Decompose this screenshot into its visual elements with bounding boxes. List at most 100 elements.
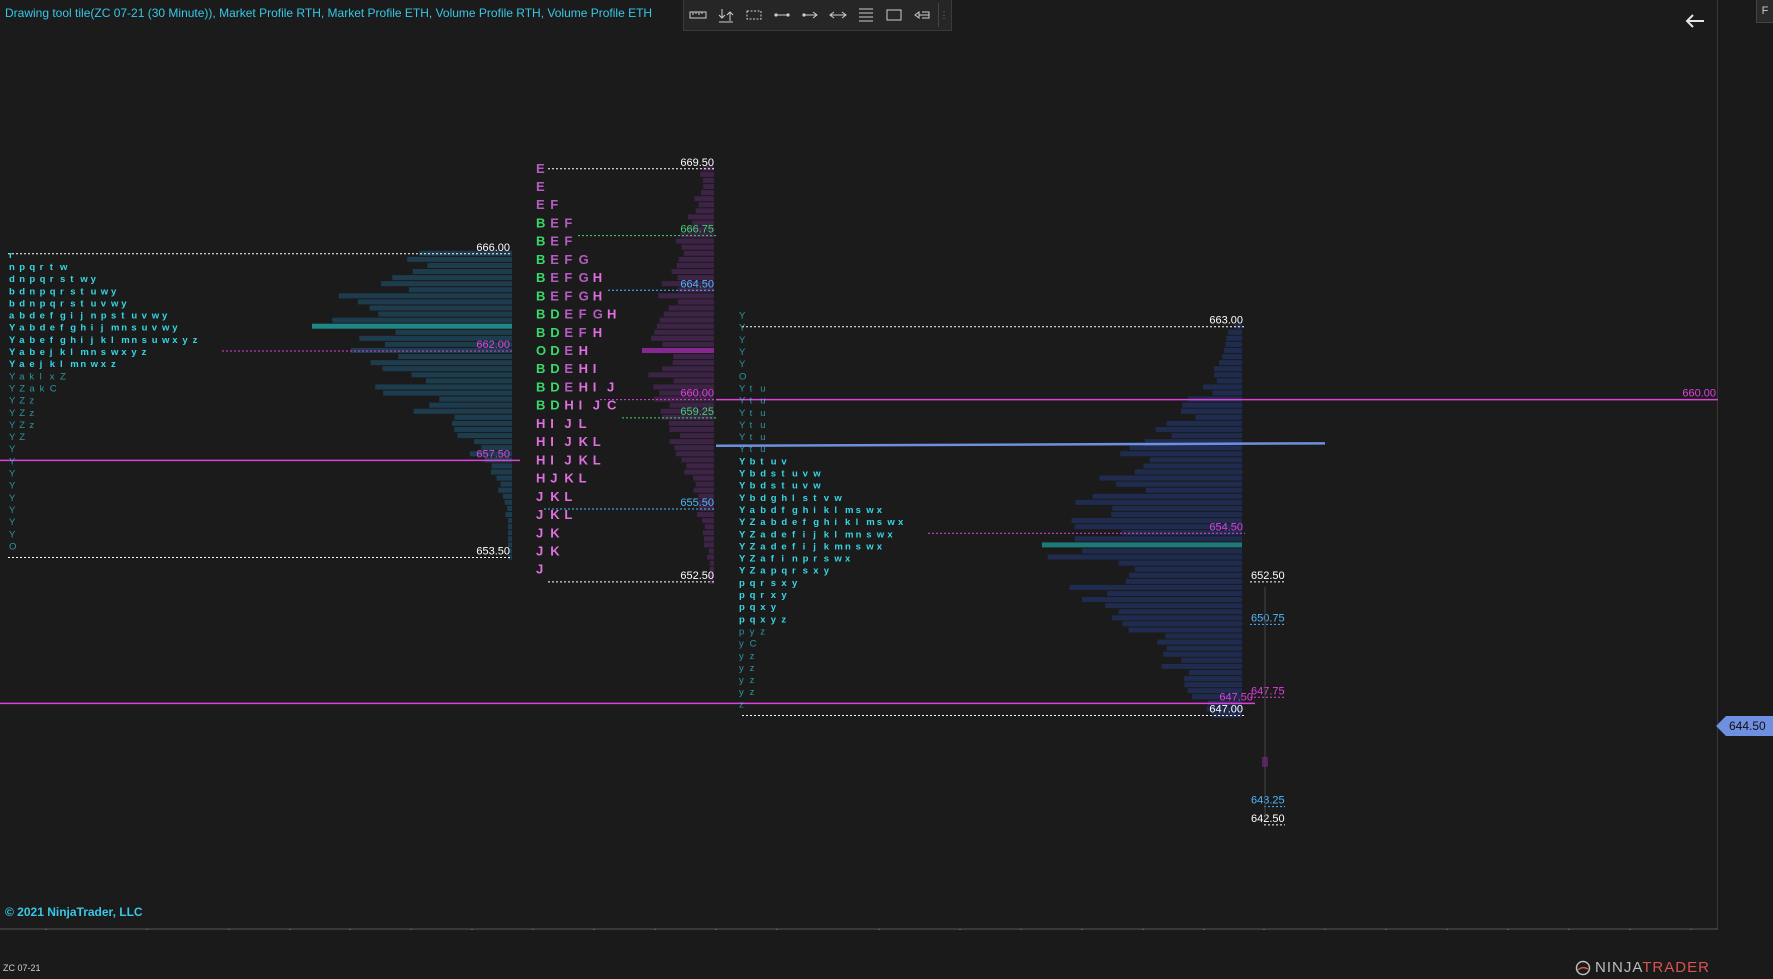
tpo-letter: E — [550, 270, 559, 285]
volume-profile-bar — [673, 378, 714, 384]
volume-profile-bar — [1120, 451, 1242, 457]
logo-text-trader: TRADER — [1642, 959, 1710, 976]
tpo-letter: u — [91, 286, 97, 297]
ray-tool-button[interactable] — [796, 1, 824, 29]
tpo-letter: Y — [739, 566, 746, 577]
tpo-letter: y — [739, 675, 744, 686]
tpo-letter: z — [193, 335, 198, 346]
extended-line-tool-button[interactable] — [824, 1, 852, 29]
tpo-letter: l — [834, 505, 837, 516]
tpo-letter: E — [564, 361, 573, 376]
tpo-letter: q — [750, 602, 756, 613]
tpo-letter: g — [70, 323, 76, 334]
tpo-letter: p — [771, 566, 777, 577]
volume-profile-bar — [1107, 591, 1242, 596]
region-tool-button[interactable] — [740, 1, 768, 29]
chart-canvas[interactable]: 672.00670.00668.00666.00664.00662.00660.… — [0, 0, 1718, 930]
tpo-letter: H — [579, 379, 588, 394]
tpo-letter: k — [50, 359, 56, 370]
tpo-letter: k — [824, 541, 830, 552]
tpo-letter: u — [760, 396, 765, 407]
ruler-tool-button[interactable] — [684, 1, 712, 29]
tpo-letter: z — [750, 675, 755, 686]
tpo-letter: d — [9, 274, 15, 285]
tpo-letter: p — [739, 626, 744, 637]
tpo-letter: u — [131, 311, 137, 322]
volume-profile-bar — [457, 433, 512, 439]
tpo-letter: y — [739, 687, 744, 698]
tpo-letter: J — [564, 452, 571, 467]
tpo-letter: t — [813, 493, 817, 504]
volume-profile-bar — [1099, 475, 1242, 481]
tpo-letter: F — [579, 307, 587, 322]
tpo-letter: s — [866, 529, 871, 540]
tpo-letter: F — [564, 234, 572, 249]
tpo-letter: B — [536, 361, 545, 376]
tpo-letter: Z — [19, 408, 25, 419]
tpo-letter: K — [579, 452, 589, 467]
tpo-letter: p — [739, 578, 745, 589]
volume-profile-bar — [1116, 481, 1242, 487]
risk-reward-tool-button[interactable] — [712, 1, 740, 29]
volume-profile-bar — [1092, 493, 1242, 499]
tpo-letter: e — [50, 323, 55, 334]
rectangle-tool-button[interactable] — [880, 1, 908, 29]
volume-profile-bar — [683, 250, 714, 256]
tpo-letter: p — [739, 614, 745, 625]
tpo-letter: K — [579, 434, 589, 449]
volume-profile-bar — [454, 414, 512, 420]
tpo-letter: w — [110, 298, 119, 309]
tpo-letter: f — [792, 541, 796, 552]
tpo-letter: x — [845, 554, 851, 565]
tpo-letter: n — [80, 359, 86, 370]
price-alert-icon — [914, 11, 930, 19]
tpo-letter: g — [60, 335, 66, 346]
tpo-letter: e — [40, 335, 45, 346]
tpo-letter: j — [100, 323, 104, 334]
tpo-letter: l — [111, 335, 114, 346]
tpo-letter: a — [19, 335, 25, 346]
tpo-letter: I — [550, 416, 554, 431]
price-alert-tool-button[interactable] — [908, 1, 936, 29]
volume-profile-bar — [507, 524, 512, 530]
profile-level-label: 653.50 — [476, 546, 510, 558]
tpo-letter: w — [833, 554, 842, 565]
corner-f-button[interactable]: F — [1756, 0, 1773, 23]
horizontal-lines-tool-button[interactable] — [852, 1, 880, 29]
tpo-letter: y — [792, 578, 798, 589]
tpo-letter: q — [750, 578, 756, 589]
tpo-letter: n — [91, 311, 97, 322]
tpo-letter: Y — [9, 469, 16, 480]
tpo-letter: j — [79, 311, 83, 322]
volume-profile-bar — [375, 384, 512, 390]
chart-title: Drawing tool tile(ZC 07-21 (30 Minute)),… — [5, 6, 653, 20]
tpo-letter: Y — [739, 469, 746, 480]
volume-profile-bar — [1180, 408, 1242, 414]
tpo-letter: Z — [750, 517, 756, 528]
tpo-letter: H — [579, 343, 588, 358]
profile-level-label: 655.50 — [680, 497, 714, 509]
volume-profile-bar — [357, 299, 512, 305]
tpo-letter: w — [833, 493, 842, 504]
back-arrow-button[interactable] — [1682, 8, 1708, 34]
tpo-letter: b — [750, 493, 756, 504]
tpo-letter: E — [564, 379, 573, 394]
chart-area[interactable]: 672.00670.00668.00666.00664.00662.00660.… — [0, 0, 1718, 930]
tpo-letter: b — [29, 323, 35, 334]
tpo-letter: x — [898, 517, 904, 528]
tpo-letter: F — [564, 215, 572, 230]
tpo-letter: m — [845, 529, 853, 540]
tpo-letter: x — [50, 371, 55, 382]
line-tool-button[interactable] — [768, 1, 796, 29]
volume-profile-bar — [693, 487, 714, 493]
tpo-letter: d — [29, 311, 35, 322]
tpo-letter: H — [536, 471, 545, 486]
volume-profile-bar — [1134, 469, 1242, 475]
tpo-letter: z — [750, 663, 755, 674]
tpo-letter: G — [593, 307, 603, 322]
tpo-letter: Y — [9, 432, 16, 443]
tpo-letter: E — [564, 343, 573, 358]
toolbar-grip[interactable]: ⋮ — [938, 3, 949, 27]
volume-profile-bar — [1203, 384, 1242, 390]
tpo-letter: C — [50, 383, 57, 394]
